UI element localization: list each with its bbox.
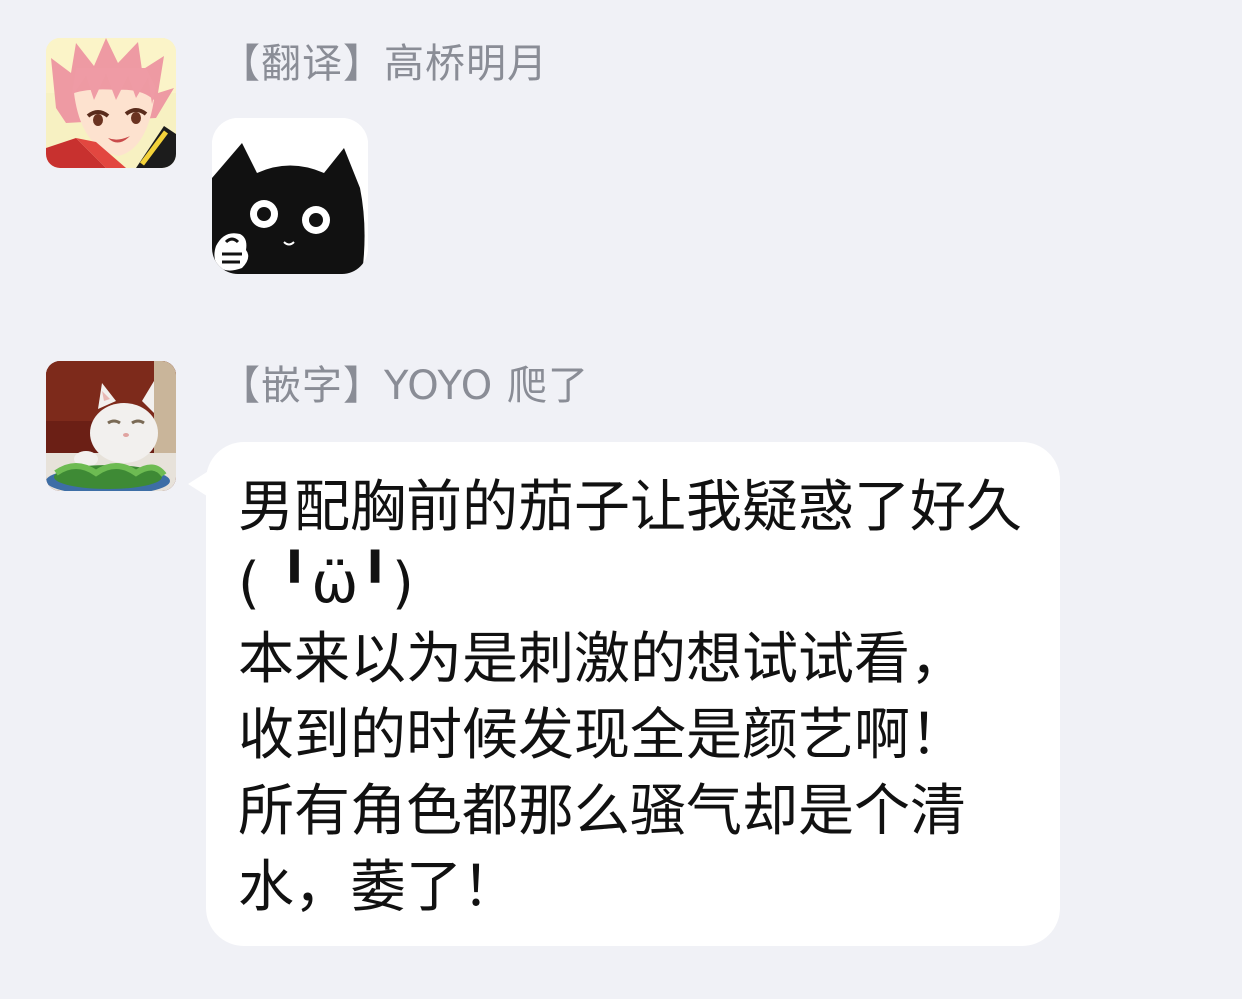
message-bubble[interactable]: 男配胸前的茄子让我疑惑了好久( ╹ω̈╹) 本来以为是刺激的想试试看， 收到的时… [206,442,1060,946]
sender-avatar[interactable] [46,361,176,491]
sender-name[interactable]: 【嵌字】YOYO 爬了 [220,362,589,410]
message-text[interactable]: 男配胸前的茄子让我疑惑了好久( ╹ω̈╹) 本来以为是刺激的想试试看， 收到的时… [238,470,1038,926]
chat-message-list: 【翻译】高桥明月 【嵌字】YOYO 爬了 男配胸前的茄子让我疑惑了好久(╹ω̈… [0,0,1242,999]
white-cat-avatar-icon [46,361,176,491]
chat-message-2: 【嵌字】YOYO 爬了 男配胸前的茄子让我疑惑了好久( ╹ω̈╹) 本来以为是刺… [0,0,1242,999]
